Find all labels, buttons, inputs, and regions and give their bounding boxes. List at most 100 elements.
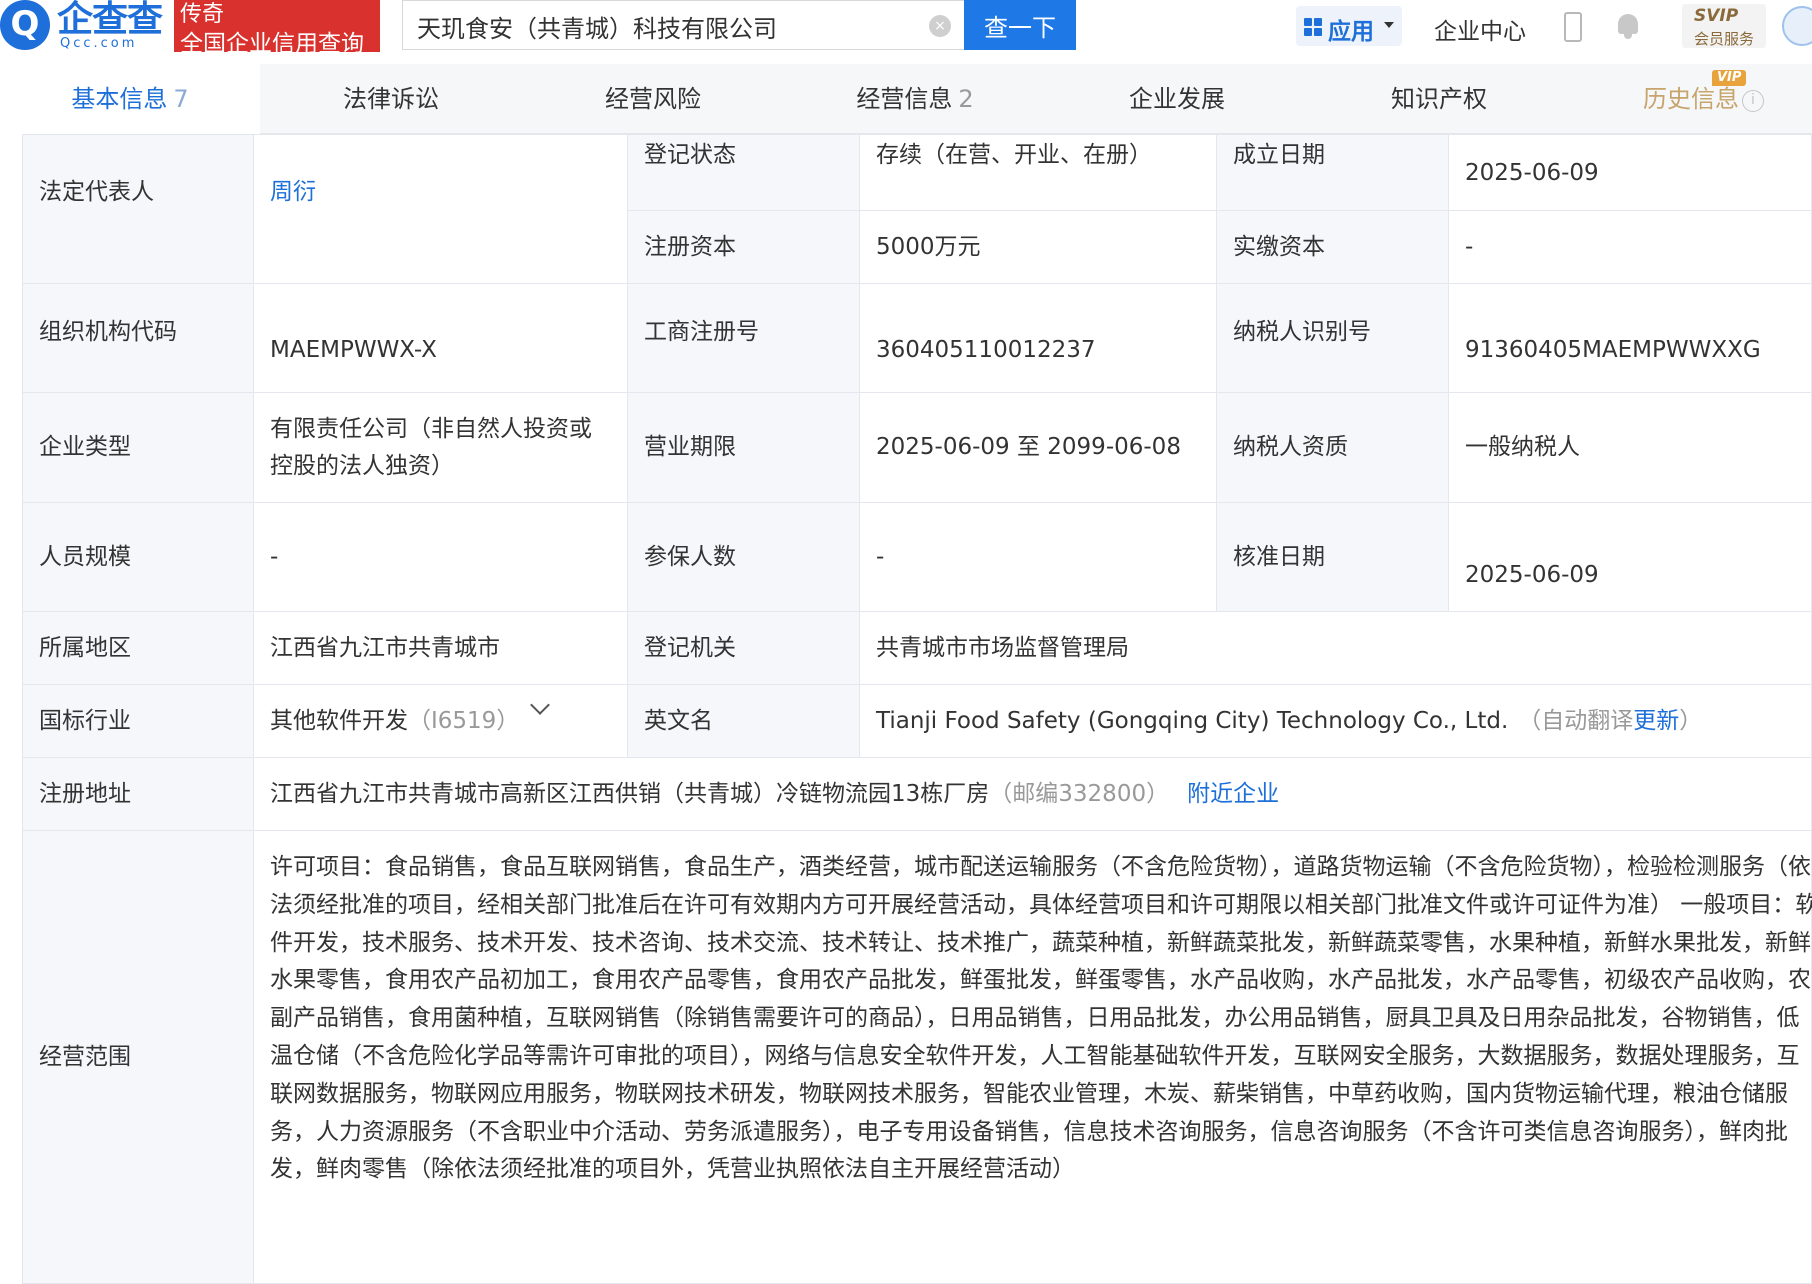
nearby-companies-link[interactable]: 附近企业 [1187, 781, 1279, 807]
search-button[interactable]: 查一下 [964, 0, 1076, 50]
reg-status-label: 登记状态 [644, 142, 736, 168]
tab-label: 经营风险 [605, 85, 701, 113]
org-code-value: MAEMPWWX-X [270, 337, 437, 363]
svip-subtitle: 会员服务 [1694, 30, 1755, 48]
address-label-cell: 注册地址 [22, 757, 254, 831]
taxpayer-id-label: 纳税人识别号 [1233, 319, 1371, 345]
caret-down-icon [1384, 22, 1394, 28]
region-label: 所属地区 [39, 635, 131, 661]
biz-reg-no-label: 工商注册号 [644, 319, 759, 345]
enterprise-center-link[interactable]: 企业中心 [1434, 12, 1526, 46]
logo-badge-line2: 全国企业信用查询 [180, 31, 364, 57]
tab-legal-litigation[interactable]: 法律诉讼 [260, 64, 522, 134]
reg-status-value-cell: 存续（在营、开业、在册） [859, 134, 1217, 211]
svip-title: SVIP [1694, 6, 1739, 26]
apps-grid-icon [1304, 18, 1322, 36]
english-name-group: Tianji Food Safety (Gongqing City) Techn… [876, 703, 1702, 739]
tab-count: 2 [958, 85, 974, 113]
org-code-value-cell: MAEMPWWX-X [253, 283, 628, 393]
mobile-phone-icon[interactable] [1564, 12, 1582, 42]
approve-date-label: 核准日期 [1233, 544, 1325, 570]
reg-capital-label-cell: 注册资本 [627, 210, 860, 284]
biz-reg-no-label-cell: 工商注册号 [627, 283, 860, 393]
svip-member-button[interactable]: SVIP 会员服务 [1682, 4, 1766, 48]
help-icon[interactable]: i [1742, 90, 1764, 112]
address-value-cell: 江西省九江市共青城市高新区江西供销（共青城）冷链物流园13栋厂房（邮编33280… [253, 757, 1812, 831]
chevron-down-icon[interactable] [530, 695, 551, 715]
scope-value-cell: 许可项目：食品销售，食品互联网销售，食品生产，酒类经营，城市配送运输服务（不含危… [253, 830, 1812, 1284]
auto-translate-suffix: ） [1679, 708, 1703, 734]
tab-basic-info[interactable]: 基本信息 7 [0, 64, 260, 134]
tab-history[interactable]: 历史信息 [1570, 64, 1812, 134]
approve-date-value: 2025-06-09 [1465, 562, 1599, 588]
reg-authority-value-cell: 共青城市市场监督管理局 [859, 611, 1812, 685]
taxpayer-qual-label-cell: 纳税人资质 [1216, 392, 1449, 503]
postcode: （邮编332800） [989, 781, 1170, 807]
ent-type-value-line1: 有限责任公司（非自然人投资或 [270, 416, 592, 442]
tab-intellectual-property[interactable]: 知识产权 [1308, 64, 1570, 134]
tab-count: 7 [173, 85, 189, 113]
section-tabs: 基本信息 7 法律诉讼 经营风险 经营信息 2 企业发展 知识产权 历史信息 [0, 64, 1812, 134]
tab-label: 基本信息 [71, 85, 168, 113]
logo-badge[interactable]: 传奇 全国企业信用查询 [174, 0, 380, 57]
logo-text[interactable]: 企查查 [57, 0, 163, 40]
search-input[interactable] [417, 9, 917, 43]
tab-business-info[interactable]: 经营信息 2 [784, 64, 1046, 134]
taxpayer-qual-label: 纳税人资质 [1233, 434, 1348, 460]
tab-business-risk[interactable]: 经营风险 [522, 64, 784, 134]
english-name-value: Tianji Food Safety (Gongqing City) Techn… [876, 708, 1509, 734]
found-date-label: 成立日期 [1233, 142, 1325, 168]
update-translation-link[interactable]: 更新 [1633, 708, 1679, 734]
biz-reg-no-value: 360405110012237 [876, 337, 1096, 363]
reg-capital-value-cell: 5000万元 [859, 210, 1217, 284]
found-date-value: 2025-06-09 [1465, 160, 1599, 186]
scope-value: 许可项目：食品销售，食品互联网销售，食品生产，酒类经营，城市配送运输服务（不含危… [270, 854, 1812, 1183]
paid-capital-label-cell: 实缴资本 [1216, 210, 1449, 284]
tab-label: 经营信息 [856, 85, 953, 113]
paid-capital-value: - [1465, 234, 1474, 260]
staff-size-value-cell: - [253, 502, 628, 612]
region-value: 江西省九江市共青城市 [270, 635, 500, 661]
top-header: Q 企查查 Qcc.com 传奇 全国企业信用查询 × 查一下 应用 企业中心 … [0, 0, 1812, 57]
clear-icon[interactable]: × [929, 15, 951, 37]
english-name-label-cell: 英文名 [627, 684, 860, 758]
paid-capital-value-cell: - [1448, 210, 1812, 284]
bell-icon[interactable] [1616, 12, 1640, 40]
biz-term-value: 2025-06-09 至 2099-06-08 [876, 434, 1181, 460]
auto-translate-prefix: （自动翻译 [1518, 708, 1634, 734]
insured-value: - [876, 544, 885, 570]
reg-capital-label: 注册资本 [644, 234, 736, 260]
approve-date-value-cell: 2025-06-09 [1448, 502, 1812, 612]
reg-status-value: 存续（在营、开业、在册） [876, 142, 1152, 168]
taxpayer-id-value-cell: 91360405MAEMPWWXXG [1448, 283, 1812, 393]
biz-term-label: 营业期限 [644, 434, 736, 460]
avatar[interactable] [1782, 6, 1812, 46]
staff-size-label: 人员规模 [39, 544, 131, 570]
ent-type-label: 企业类型 [39, 434, 131, 460]
staff-size-label-cell: 人员规模 [22, 502, 254, 612]
biz-term-value-cell: 2025-06-09 至 2099-06-08 [859, 392, 1217, 503]
ent-type-value-line2: 控股的法人独资） [270, 453, 454, 479]
apps-menu-button[interactable]: 应用 [1296, 6, 1402, 46]
reg-authority-label: 登记机关 [644, 635, 736, 661]
logo-icon[interactable]: Q [0, 0, 50, 50]
biz-reg-no-value-cell: 360405110012237 [859, 283, 1217, 393]
region-value-cell: 江西省九江市共青城市 [253, 611, 628, 685]
legal-rep-value-cell: 周衍 [253, 134, 628, 284]
logo-domain: Qcc.com [60, 36, 138, 51]
legal-rep-link[interactable]: 周衍 [270, 174, 316, 210]
scope-label: 经营范围 [39, 1044, 131, 1070]
industry-value-group: 其他软件开发（I6519） [270, 695, 551, 739]
org-code-label-cell: 组织机构代码 [22, 283, 254, 393]
vip-tag: VIP [1712, 70, 1747, 86]
industry-value-cell: 其他软件开发（I6519） [253, 684, 628, 758]
legal-rep-label: 法定代表人 [39, 179, 154, 205]
taxpayer-id-label-cell: 纳税人识别号 [1216, 283, 1449, 393]
staff-size-value: - [270, 544, 279, 570]
tab-development[interactable]: 企业发展 [1046, 64, 1308, 134]
scope-label-cell: 经营范围 [22, 830, 254, 1284]
reg-capital-value: 5000万元 [876, 234, 981, 260]
industry-label: 国标行业 [39, 708, 131, 734]
insured-label: 参保人数 [644, 544, 736, 570]
reg-authority-label-cell: 登记机关 [627, 611, 860, 685]
